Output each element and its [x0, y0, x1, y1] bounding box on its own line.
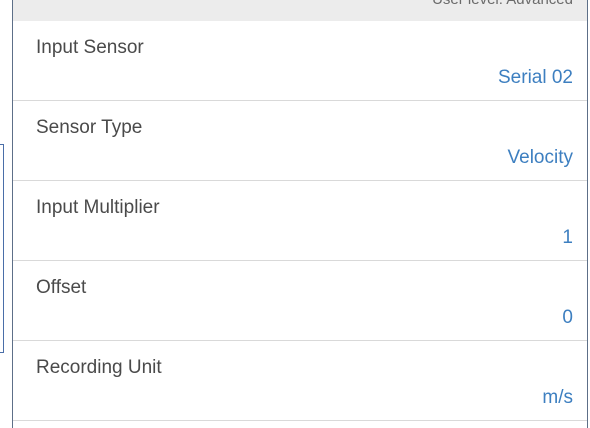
setting-label: Sensor Type [36, 117, 143, 138]
setting-label: Offset [36, 277, 87, 298]
user-level-bar: User level: Advanced [13, 0, 587, 21]
setting-value: 0 [562, 307, 573, 328]
setting-row-offset[interactable]: Offset 0 [13, 261, 587, 341]
setting-row-recording-unit[interactable]: Recording Unit m/s [13, 341, 587, 421]
setting-value: m/s [542, 387, 573, 408]
setting-row-input-multiplier[interactable]: Input Multiplier 1 [13, 181, 587, 261]
setting-label: Input Sensor [36, 37, 144, 58]
setting-value: 1 [562, 227, 573, 248]
setting-row-sensor-type[interactable]: Sensor Type Velocity [13, 101, 587, 181]
settings-panel: User level: Advanced Input Sensor Serial… [12, 0, 588, 428]
setting-label: Input Multiplier [36, 197, 160, 218]
setting-label: Recording Unit [36, 357, 162, 378]
setting-value: Velocity [507, 147, 573, 168]
left-accent-bracket [0, 144, 4, 353]
user-level-text: User level: Advanced [432, 0, 573, 8]
settings-screen: User level: Advanced Input Sensor Serial… [0, 0, 590, 428]
setting-row-input-sensor[interactable]: Input Sensor Serial 02 [13, 21, 587, 101]
setting-value: Serial 02 [498, 67, 573, 88]
